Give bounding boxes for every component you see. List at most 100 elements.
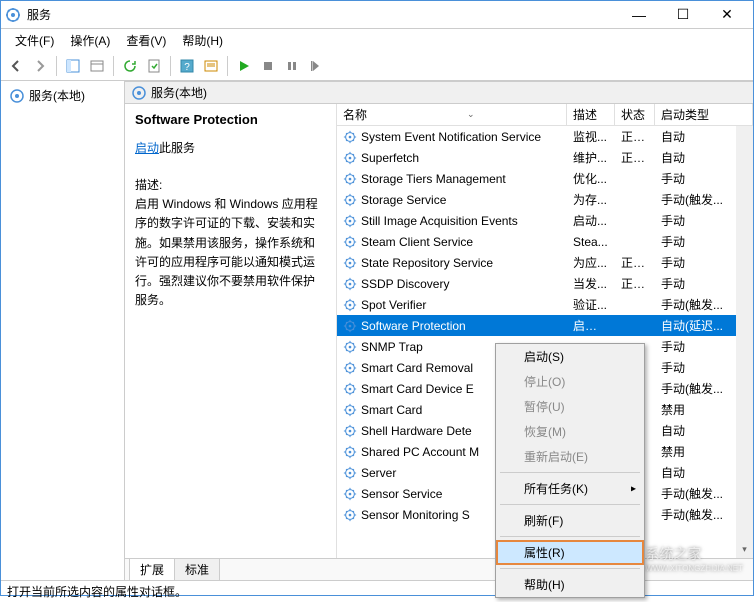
service-name-cell: Storage Tiers Management [337,172,567,186]
context-menu: 启动(S) 停止(O) 暂停(U) 恢复(M) 重新启动(E) 所有任务(K)▸… [495,343,645,598]
service-row[interactable]: Software Protection启用 ...自动(延迟... [337,315,753,336]
menu-view[interactable]: 查看(V) [118,30,174,51]
tab-extended[interactable]: 扩展 [129,558,175,580]
statusbar-text: 打开当前所选内容的属性对话框。 [7,583,187,600]
toolbar: ? [1,51,753,81]
service-row[interactable]: SSDP Discovery当发...正在...手动 [337,273,753,294]
tab-standard[interactable]: 标准 [174,558,220,580]
ctx-stop: 停止(O) [496,369,644,394]
service-status-cell: 正在... [615,149,655,166]
column-header-startup[interactable]: 启动类型 [655,104,753,125]
left-tree-pane: 服务(本地) [1,81,125,580]
service-desc-cell: 为应... [567,254,615,271]
description-label: 描述: [135,176,326,195]
ctx-restart: 重新启动(E) [496,444,644,469]
service-name-cell: State Repository Service [337,256,567,270]
column-header-status[interactable]: 状态 [615,104,655,125]
service-name-cell: Still Image Acquisition Events [337,214,567,228]
ctx-start[interactable]: 启动(S) [496,344,644,369]
toolbar-separator [170,56,171,76]
menu-file[interactable]: 文件(F) [7,30,62,51]
submenu-arrow-icon: ▸ [631,483,636,494]
ctx-pause: 暂停(U) [496,394,644,419]
service-desc-cell: 验证... [567,296,615,313]
list-header: 名称⌄ 描述 状态 启动类型 [337,104,753,126]
menu-help[interactable]: 帮助(H) [174,30,231,51]
ctx-separator [500,504,640,505]
help-button[interactable]: ? [176,55,198,77]
column-header-name[interactable]: 名称⌄ [337,104,567,125]
selected-service-name: Software Protection [135,112,326,127]
right-pane-header: 服务(本地) [125,82,753,104]
right-pane-body: Software Protection 启动此服务 描述: 启用 Windows… [125,104,753,558]
right-pane: 服务(本地) Software Protection 启动此服务 描述: 启用 … [125,81,753,580]
restart-service-button[interactable] [305,55,327,77]
toolbar-separator [56,56,57,76]
service-name-cell: Spot Verifier [337,298,567,312]
service-desc-cell: 优化... [567,170,615,187]
service-desc-cell: 为存... [567,191,615,208]
service-row[interactable]: Steam Client ServiceStea...手动 [337,231,753,252]
service-desc-cell: 当发... [567,275,615,292]
menu-action[interactable]: 操作(A) [62,30,118,51]
forward-button[interactable] [29,55,51,77]
service-row[interactable]: System Event Notification Service监视...正在… [337,126,753,147]
ctx-separator [500,568,640,569]
menubar: 文件(F) 操作(A) 查看(V) 帮助(H) [1,29,753,51]
column-header-desc[interactable]: 描述 [567,104,615,125]
ctx-separator [500,472,640,473]
start-service-link[interactable]: 启动 [135,141,159,155]
properties-button[interactable] [86,55,108,77]
service-status-cell: 正在... [615,275,655,292]
bottom-tabs: 扩展 标准 [125,558,753,580]
service-desc-cell: 启动... [567,212,615,229]
toolbar-separator [113,56,114,76]
refresh-button[interactable] [119,55,141,77]
back-button[interactable] [5,55,27,77]
show-hide-tree-button[interactable] [62,55,84,77]
service-name-cell: Steam Client Service [337,235,567,249]
service-name-cell: Software Protection [337,319,567,333]
titlebar: 服务 — ☐ ✕ [1,1,753,29]
export-button[interactable] [143,55,165,77]
app-icon [5,7,21,23]
maximize-button[interactable]: ☐ [661,1,705,29]
service-row[interactable]: Spot Verifier验证...手动(触发... [337,294,753,315]
service-row[interactable]: Storage Service为存...手动(触发... [337,189,753,210]
service-row[interactable]: Storage Tiers Management优化...手动 [337,168,753,189]
service-name-cell: Storage Service [337,193,567,207]
description-text: 启用 Windows 和 Windows 应用程序的数字许可证的下载、安装和实施… [135,195,326,310]
pause-service-button[interactable] [281,55,303,77]
vertical-scrollbar[interactable]: ▾ [736,126,753,558]
start-service-button[interactable] [233,55,255,77]
tree-root-services[interactable]: 服务(本地) [5,85,120,106]
service-name-cell: Superfetch [337,151,567,165]
service-row[interactable]: Superfetch维护...正在...自动 [337,147,753,168]
right-header-title: 服务(本地) [151,84,207,101]
scroll-down-icon[interactable]: ▾ [736,541,753,558]
svg-text:?: ? [184,62,190,73]
service-row[interactable]: State Repository Service为应...正在...手动 [337,252,753,273]
ctx-resume: 恢复(M) [496,419,644,444]
service-row[interactable]: Still Image Acquisition Events启动...手动 [337,210,753,231]
stop-service-button[interactable] [257,55,279,77]
service-desc-cell: Stea... [567,235,615,249]
service-name-cell: SSDP Discovery [337,277,567,291]
info-button[interactable] [200,55,222,77]
ctx-separator [500,536,640,537]
ctx-help[interactable]: 帮助(H) [496,572,644,597]
service-desc-cell: 监视... [567,128,615,145]
service-status-cell: 正在... [615,254,655,271]
close-button[interactable]: ✕ [705,1,749,29]
service-status-cell: 正在... [615,128,655,145]
minimize-button[interactable]: — [617,1,661,29]
start-service-suffix: 此服务 [159,141,195,155]
service-desc-cell: 启用 ... [567,317,615,334]
tree-root-label: 服务(本地) [29,87,85,104]
detail-pane: Software Protection 启动此服务 描述: 启用 Windows… [125,104,337,558]
window-title: 服务 [27,6,617,23]
service-desc-cell: 维护... [567,149,615,166]
ctx-properties[interactable]: 属性(R) [496,540,644,565]
ctx-all-tasks[interactable]: 所有任务(K)▸ [496,476,644,501]
ctx-refresh[interactable]: 刷新(F) [496,508,644,533]
